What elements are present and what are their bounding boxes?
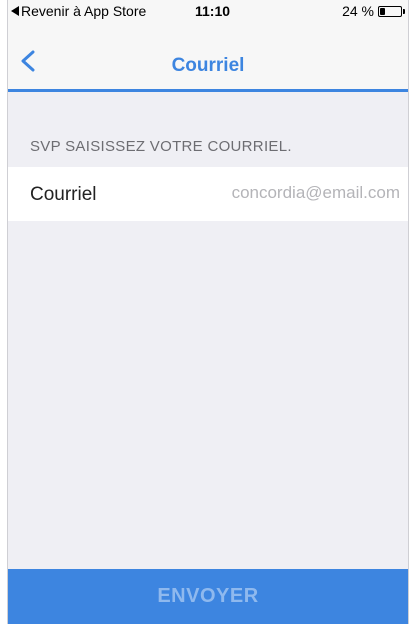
- clock: 11:10: [195, 3, 231, 19]
- battery-icon: [378, 5, 402, 17]
- app-screen: Revenir à App Store 11:10 24 % Courriel …: [7, 0, 409, 624]
- section-header: SVP SAISISSEZ VOTRE COURRIEL.: [30, 138, 292, 155]
- return-app-label: Revenir à App Store: [21, 3, 147, 19]
- email-field[interactable]: [160, 177, 400, 209]
- back-triangle-icon: [11, 6, 19, 16]
- return-to-app-store[interactable]: Revenir à App Store: [11, 3, 146, 19]
- battery-fill: [380, 7, 385, 15]
- battery-tip: [403, 8, 405, 14]
- send-button[interactable]: ENVOYER: [8, 569, 408, 624]
- navigation-bar: Courriel: [8, 22, 408, 92]
- battery-status: 24 %: [342, 3, 405, 19]
- email-label: Courriel: [30, 184, 97, 205]
- status-bar: Revenir à App Store 11:10 24 %: [8, 0, 408, 22]
- email-row: Courriel: [8, 167, 408, 221]
- page-title: Courriel: [171, 55, 245, 76]
- battery-percent: 24 %: [342, 3, 374, 19]
- send-button-label: ENVOYER: [157, 585, 259, 607]
